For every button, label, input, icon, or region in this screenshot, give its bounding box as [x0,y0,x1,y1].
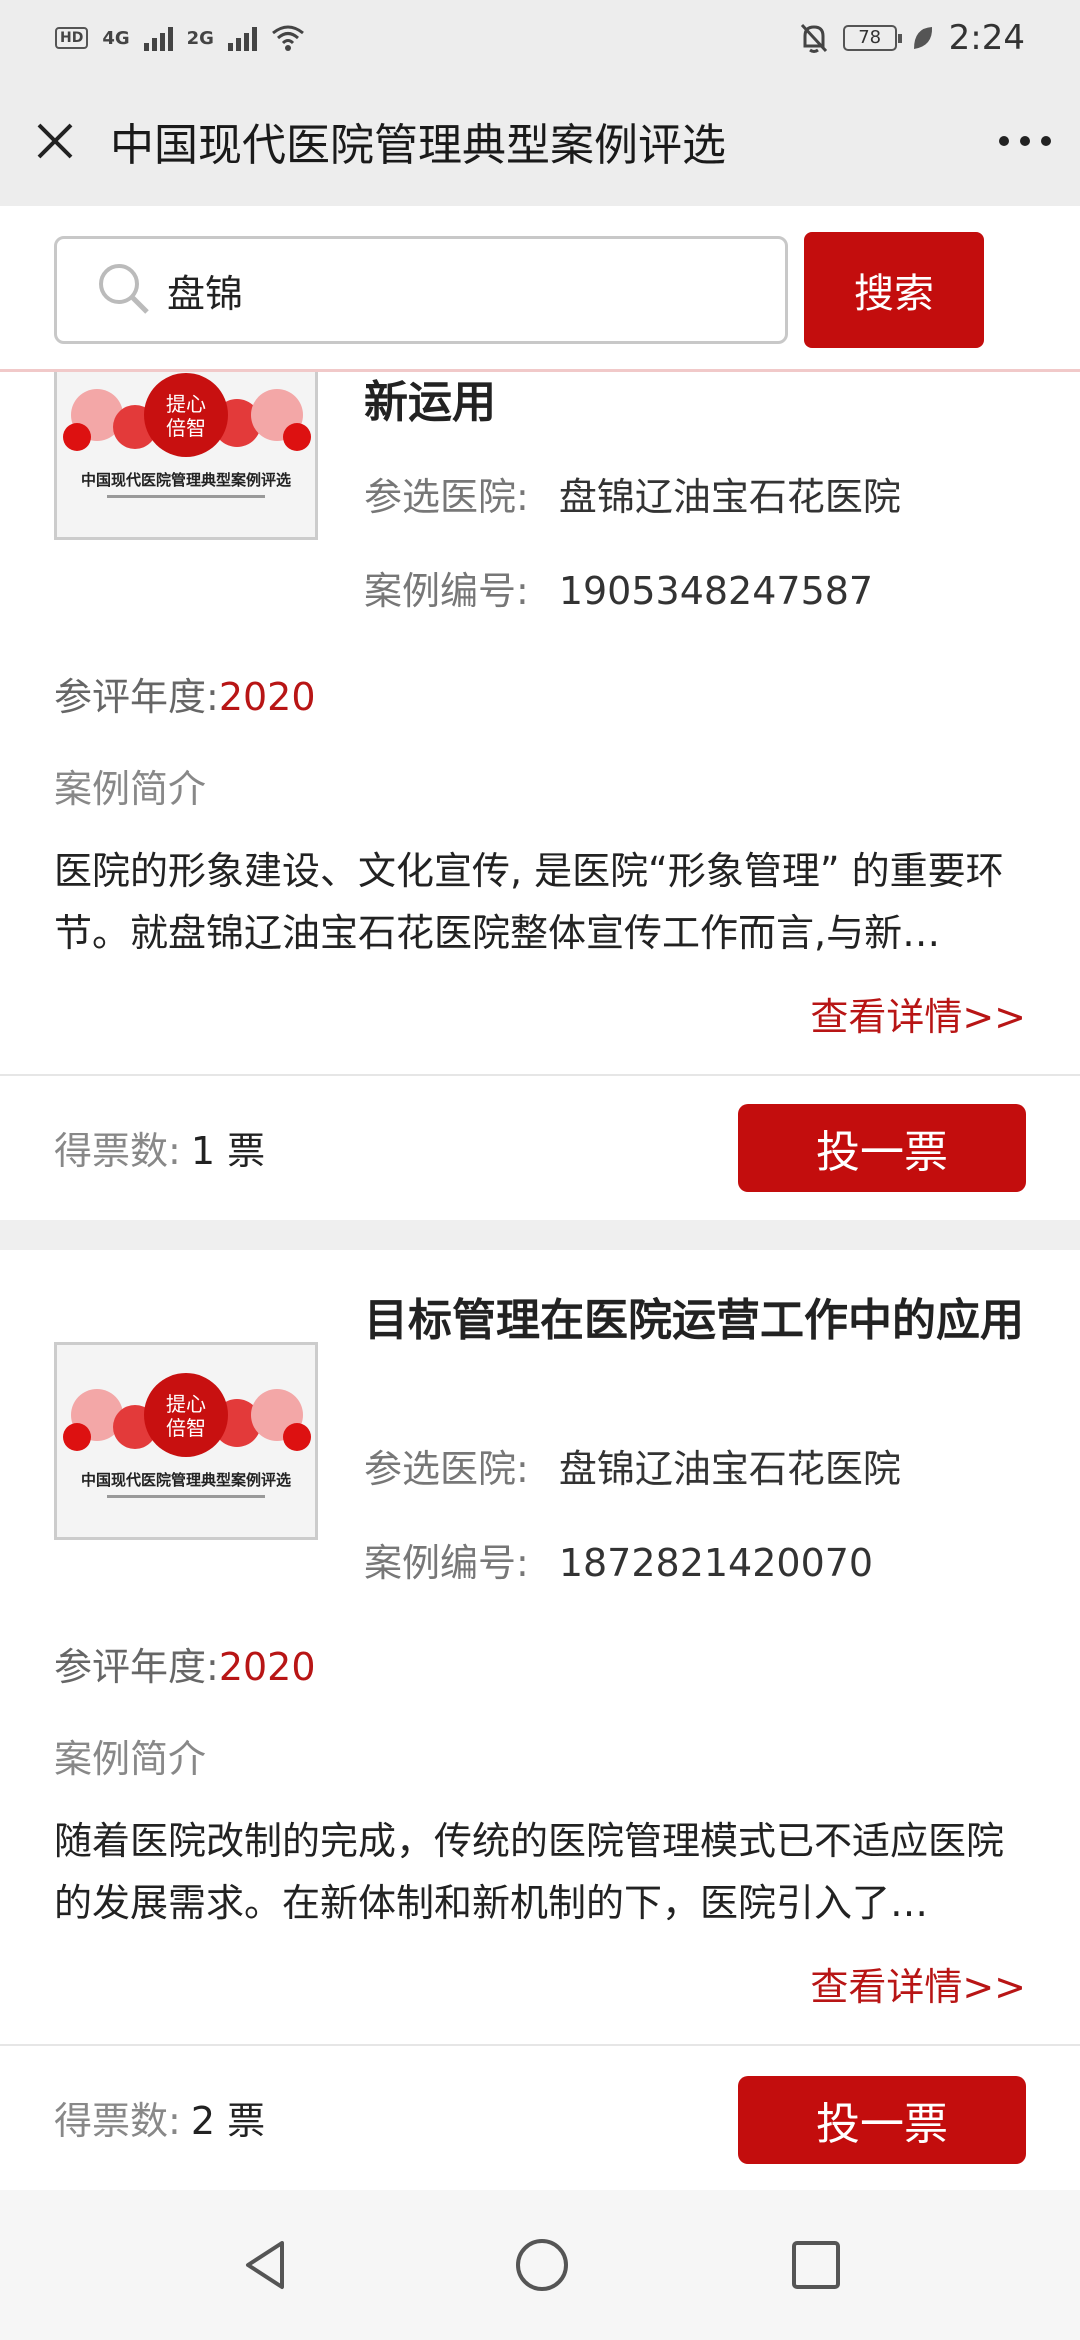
search-bar: 盘锦 搜索 [0,206,1080,372]
year-label: 参评年度: [54,675,219,719]
case-number-row: 案例编号: 1905348247587 [364,560,873,615]
case-thumbnail[interactable]: 提心 倍智 中国现代医院管理典型案例评选 [54,1342,318,1540]
leaf-icon [913,27,932,49]
home-icon[interactable] [514,2237,570,2293]
year-row: 参评年度:2020 [54,1636,316,1691]
screen: HD 4G 2G 78 2:24 中国现代医院管理典型案例评选 盘锦 搜索 提心… [0,0,1080,2340]
back-icon[interactable] [238,2237,294,2293]
search-value: 盘锦 [167,271,244,316]
search-icon [99,264,149,314]
clock: 2:24 [948,18,1025,58]
system-nav-bar [0,2190,1080,2340]
vote-button[interactable]: 投一票 [738,2076,1026,2164]
intro-label: 案例简介 [54,1737,207,1781]
case-title[interactable]: 新运用 [364,374,1024,432]
seal-text-1: 提心 [166,392,206,416]
intro-text: 医院的形象建设、文化宣传, 是医院“形象管理” 的重要环节。就盘锦辽油宝石花医院… [54,849,1004,955]
search-button[interactable]: 搜索 [804,232,984,348]
close-button[interactable] [0,76,110,206]
bell-off-icon [800,23,827,53]
view-details-link[interactable]: 查看详情>> [810,986,1026,1041]
status-right: 78 2:24 [799,18,1025,58]
hospital-value: 盘锦辽油宝石花医院 [558,1447,901,1491]
hd-badge: HD [55,27,89,49]
search-input[interactable]: 盘锦 [54,236,788,344]
network-2g-label: 2G [186,27,214,49]
case-number-value: 1905348247587 [558,569,874,613]
thumbnail-image: 提心 倍智 中国现代医院管理典型案例评选 [57,1345,315,1537]
vote-count-label: 得票数: [54,2099,181,2143]
case-number-row: 案例编号: 1872821420070 [364,1532,873,1587]
vote-count-value: 1 票 [190,1129,266,1173]
recent-apps-icon[interactable] [790,2239,842,2291]
seal-text-2: 倍智 [166,416,206,440]
year-value: 2020 [218,1645,316,1689]
card-divider [0,1074,1080,1076]
wifi-icon [272,25,304,51]
page-title: 中国现代医院管理典型案例评选 [110,120,726,171]
intro-text: 随着医院改制的完成，传统的医院管理模式已不适应医院的发展需求。在新体制和新机制的… [54,1819,1005,1925]
hospital-label: 参选医院: [364,475,529,519]
vote-button[interactable]: 投一票 [738,1104,1026,1192]
card-divider [0,2044,1080,2046]
thumbnail-image: 提心 倍智 中国现代医院管理典型案例评选 [57,345,315,537]
signal-icon [143,25,173,51]
year-row: 参评年度:2020 [54,666,316,721]
case-number-label: 案例编号: [364,569,529,613]
case-number-label: 案例编号: [364,1541,529,1585]
hospital-row: 参选医院: 盘锦辽油宝石花医院 [364,466,901,521]
more-button[interactable] [970,76,1080,206]
seal-text-1: 提心 [166,1392,206,1416]
year-value: 2020 [218,675,316,719]
network-4g-label: 4G [102,27,130,49]
vote-count: 得票数: 1 票 [54,1120,265,1175]
close-icon [37,123,73,159]
seal-text-2: 倍智 [166,1416,206,1440]
intro-label: 案例简介 [54,767,207,811]
case-card: 提心 倍智 中国现代医院管理典型案例评选 目标管理在医院运营工作中的应用 参选医… [0,1250,1080,2190]
year-label: 参评年度: [54,1645,219,1689]
status-bar: HD 4G 2G 78 2:24 [0,0,1080,76]
thumbnail-caption: 中国现代医院管理典型案例评选 [81,1471,291,1489]
vote-count-value: 2 票 [190,2099,266,2143]
case-number-value: 1872821420070 [558,1541,874,1585]
status-left: HD 4G 2G [55,24,305,52]
hospital-label: 参选医院: [364,1447,529,1491]
hospital-value: 盘锦辽油宝石花医院 [558,475,901,519]
more-icon [999,136,1051,146]
thumbnail-caption: 中国现代医院管理典型案例评选 [81,471,291,489]
view-details-link[interactable]: 查看详情>> [810,1956,1026,2011]
case-title[interactable]: 目标管理在医院运营工作中的应用 [364,1292,1024,1350]
battery-icon: 78 [842,25,902,51]
case-card: 提心 倍智 中国现代医院管理典型案例评选 新运用 参选医院: 盘锦辽油宝石花医院 … [0,342,1080,1220]
vote-count: 得票数: 2 票 [54,2090,265,2145]
hospital-row: 参选医院: 盘锦辽油宝石花医院 [364,1438,901,1493]
signal-icon-2 [227,25,257,51]
title-bar: 中国现代医院管理典型案例评选 [0,76,1080,206]
vote-count-label: 得票数: [54,1129,181,1173]
